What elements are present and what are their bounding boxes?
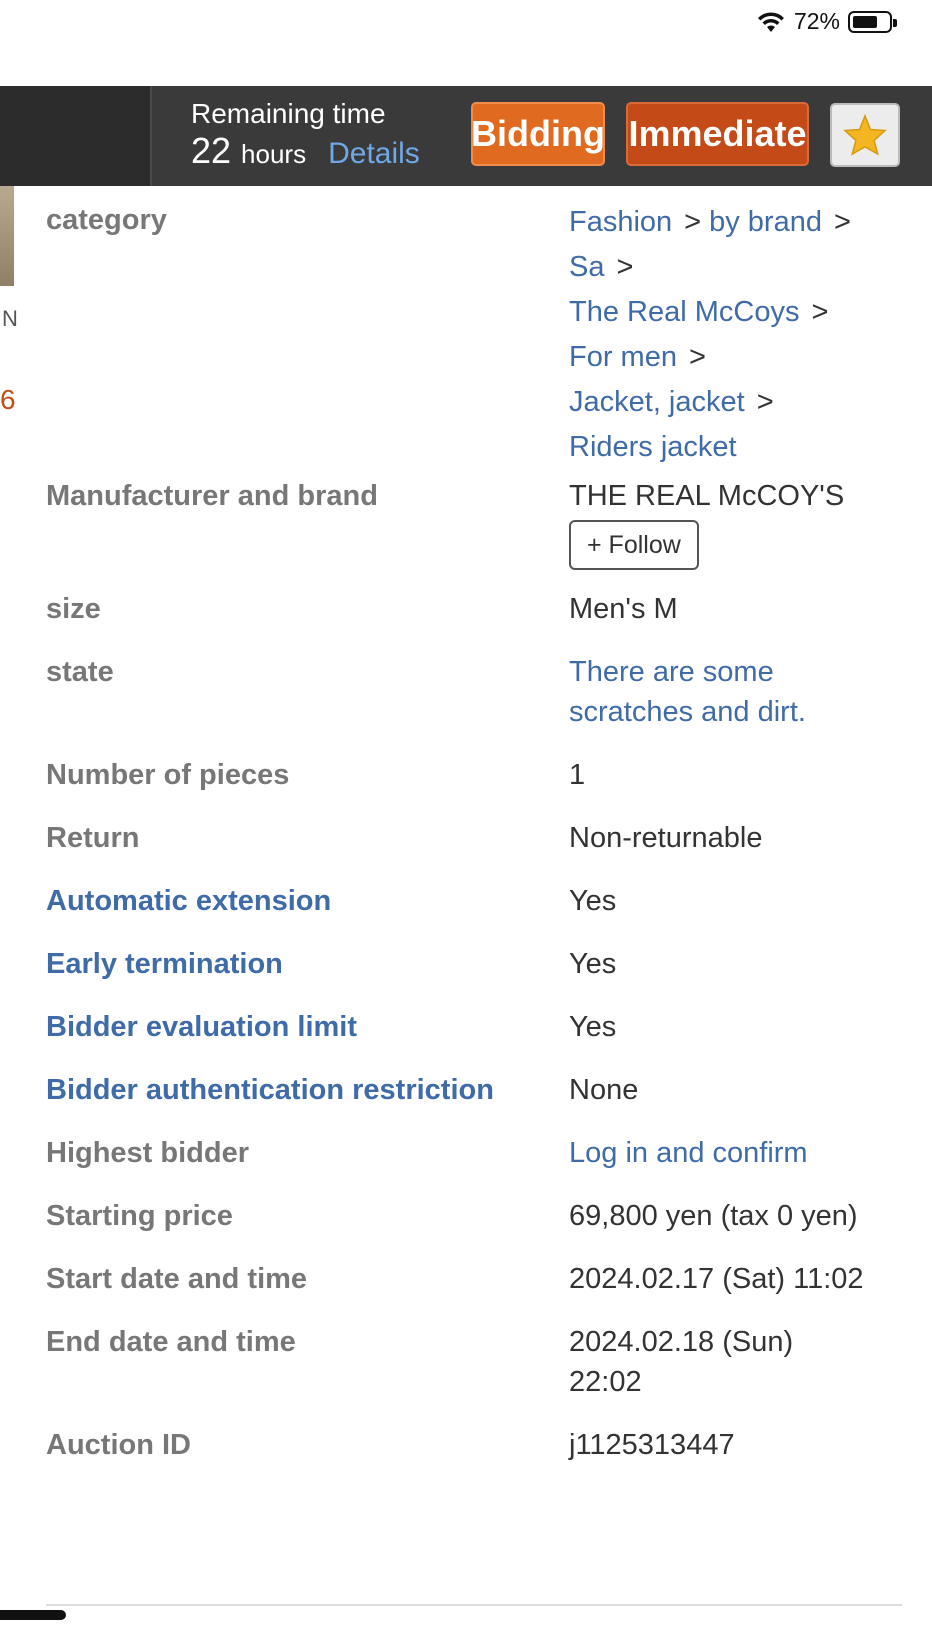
detail-label: Auction ID: [46, 1429, 191, 1461]
battery-fill: [853, 15, 878, 28]
remaining-time: Remaining time 22 hours Details: [191, 98, 420, 171]
condition-link[interactable]: There are some scratches and dirt.: [569, 652, 908, 755]
early-termination-help-link[interactable]: Early termination: [46, 944, 569, 1007]
detail-row-starting-price: Starting price 69,800 yen (tax 0 yen): [46, 1196, 908, 1259]
remaining-time-label: Remaining time: [191, 98, 386, 129]
crumb-separator: >: [811, 296, 829, 328]
crumb-separator: >: [684, 206, 702, 238]
detail-row-end-date: End date and time 2024.02.18 (Sun) 22:02: [46, 1322, 908, 1425]
detail-row-size: size Men's M: [46, 589, 908, 652]
detail-row-early-termination: Early termination Yes: [46, 944, 908, 1007]
category-breadcrumb: Fashion > by brand > Sa > The Real McCoys > F…: [569, 200, 908, 476]
crumb-link[interactable]: For men: [569, 341, 677, 373]
detail-label: Start date and time: [46, 1263, 308, 1295]
crumb-separator: >: [616, 251, 634, 283]
details-link[interactable]: Details: [328, 137, 420, 171]
detail-value: 2024.02.18 (Sun) 22:02: [569, 1326, 794, 1398]
detail-value: Men's M: [569, 593, 678, 625]
section-divider: [46, 1604, 902, 1606]
bid-button[interactable]: Bidding: [471, 102, 605, 166]
crumb-link[interactable]: Riders jacket: [569, 431, 737, 463]
detail-label: Highest bidder: [46, 1137, 250, 1169]
crumb-separator: >: [756, 386, 774, 418]
crumb-link[interactable]: Jacket, jacket: [569, 386, 745, 418]
detail-label: Starting price: [46, 1200, 233, 1232]
item-details-table: category Fashion > by brand > Sa > The Real …: [46, 200, 908, 1488]
detail-label: Manufacturer and brand: [46, 480, 378, 512]
crumb-link[interactable]: by brand: [709, 206, 822, 238]
detail-row-auction-id: Auction ID j1125313447: [46, 1425, 908, 1488]
battery-percent: 72%: [793, 8, 840, 34]
evaluation-limit-help-link[interactable]: Bidder evaluation limit: [46, 1007, 569, 1070]
crumb-separator: >: [688, 341, 706, 373]
battery-icon: [848, 10, 897, 33]
detail-row-highest-bidder: Highest bidder Log in and confirm: [46, 1133, 908, 1196]
detail-row-brand: Manufacturer and brand THE REAL McCOY'S …: [46, 476, 908, 589]
detail-value: None: [569, 1074, 639, 1106]
detail-row-auth-restriction: Bidder authentication restriction None: [46, 1070, 908, 1133]
home-indicator: [0, 1610, 66, 1620]
crumb-link[interactable]: Fashion: [569, 206, 672, 238]
remaining-time-unit: hours: [241, 139, 307, 169]
auth-restriction-help-link[interactable]: Bidder authentication restriction: [46, 1070, 569, 1133]
detail-row-auto-extension: Automatic extension Yes: [46, 881, 908, 944]
battery-tip: [893, 18, 897, 27]
star-icon: [843, 114, 887, 156]
crumb-link[interactable]: The Real McCoys: [569, 296, 799, 328]
bar-thumbnail-area: [0, 86, 152, 186]
detail-row-evaluation-limit: Bidder evaluation limit Yes: [46, 1007, 908, 1070]
status-indicators: 72%: [756, 8, 897, 35]
watch-button[interactable]: [830, 103, 900, 167]
remaining-time-value: 22: [191, 130, 232, 171]
detail-row-category: category Fashion > by brand > Sa > The Real …: [46, 200, 908, 476]
detail-value: 1: [569, 759, 586, 791]
detail-value: Non-returnable: [569, 822, 763, 854]
crumb-link[interactable]: Sa: [569, 251, 604, 283]
detail-label: Return: [46, 822, 140, 854]
edge-text-fragment: N: [2, 306, 18, 331]
detail-row-state: state There are some scratches and dirt.: [46, 652, 908, 755]
login-confirm-link[interactable]: Log in and confirm: [569, 1133, 908, 1196]
wifi-icon: [757, 11, 784, 32]
detail-value: 69,800 yen (tax 0 yen): [569, 1200, 858, 1232]
detail-value: Yes: [569, 948, 617, 980]
follow-button[interactable]: + Follow: [569, 520, 699, 570]
detail-value: j1125313447: [569, 1429, 735, 1461]
edge-image-fragment: [0, 186, 14, 286]
detail-row-return: Return Non-returnable: [46, 818, 908, 881]
detail-row-start-date: Start date and time 2024.02.17 (Sat) 11:…: [46, 1259, 908, 1322]
detail-value: Yes: [569, 1011, 617, 1043]
auction-action-bar: Remaining time 22 hours Details Bidding …: [0, 86, 932, 186]
detail-value: 2024.02.17 (Sat) 11:02: [569, 1263, 864, 1295]
status-bar: 72%: [0, 0, 932, 86]
edge-price-fragment: 6: [0, 384, 16, 415]
detail-label: End date and time: [46, 1326, 296, 1358]
detail-label: category: [46, 204, 167, 236]
auto-extension-help-link[interactable]: Automatic extension: [46, 881, 569, 944]
brand-link[interactable]: THE REAL McCOY'S: [569, 476, 908, 516]
buy-now-button[interactable]: Immediate: [626, 102, 809, 166]
detail-value: Yes: [569, 885, 617, 917]
detail-label: state: [46, 656, 114, 688]
detail-label: Number of pieces: [46, 759, 290, 791]
crumb-separator: >: [833, 206, 851, 238]
detail-row-pieces: Number of pieces 1: [46, 755, 908, 818]
detail-label: size: [46, 593, 101, 625]
